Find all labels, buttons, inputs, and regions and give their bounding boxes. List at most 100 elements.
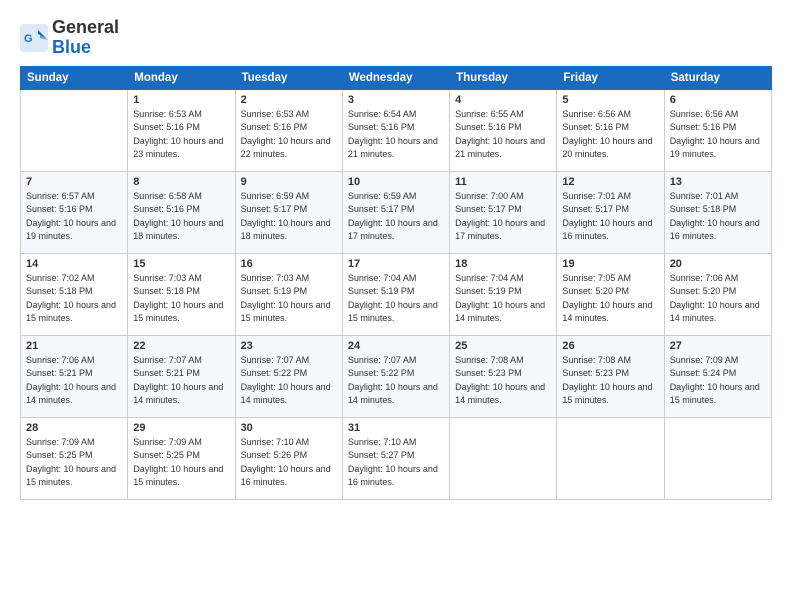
day-info: Sunrise: 6:59 AMSunset: 5:17 PMDaylight:… [348,190,444,244]
calendar-table: SundayMondayTuesdayWednesdayThursdayFrid… [20,66,772,500]
weekday-header-tuesday: Tuesday [235,66,342,89]
day-info: Sunrise: 7:06 AMSunset: 5:21 PMDaylight:… [26,354,122,408]
day-number: 9 [241,176,337,188]
day-info: Sunrise: 7:05 AMSunset: 5:20 PMDaylight:… [562,272,658,326]
calendar-week-row: 7 Sunrise: 6:57 AMSunset: 5:16 PMDaylight… [21,171,772,253]
calendar-page: G GeneralBlue SundayMondayTuesdayWednesd… [0,0,792,612]
day-number: 3 [348,94,444,106]
weekday-header-thursday: Thursday [450,66,557,89]
day-info: Sunrise: 6:53 AMSunset: 5:16 PMDaylight:… [133,108,229,162]
weekday-header-row: SundayMondayTuesdayWednesdayThursdayFrid… [21,66,772,89]
day-info: Sunrise: 6:56 AMSunset: 5:16 PMDaylight:… [562,108,658,162]
day-info: Sunrise: 7:10 AMSunset: 5:26 PMDaylight:… [241,436,337,490]
calendar-cell: 22 Sunrise: 7:07 AMSunset: 5:21 PMDayligh… [128,335,235,417]
day-number: 27 [670,340,766,352]
day-info: Sunrise: 7:03 AMSunset: 5:18 PMDaylight:… [133,272,229,326]
day-info: Sunrise: 7:01 AMSunset: 5:18 PMDaylight:… [670,190,766,244]
calendar-cell: 20 Sunrise: 7:06 AMSunset: 5:20 PMDayligh… [664,253,771,335]
calendar-cell: 11Sunrise: 7:00 AMSunset: 5:17 PMDayligh… [450,171,557,253]
day-number: 26 [562,340,658,352]
logo-text: GeneralBlue [52,18,119,58]
calendar-week-row: 28 Sunrise: 7:09 AMSunset: 5:25 PMDayligh… [21,417,772,499]
day-number: 4 [455,94,551,106]
day-info: Sunrise: 6:55 AMSunset: 5:16 PMDaylight:… [455,108,551,162]
day-number: 17 [348,258,444,270]
day-info: Sunrise: 7:07 AMSunset: 5:22 PMDaylight:… [348,354,444,408]
day-number: 18 [455,258,551,270]
calendar-cell: 15 Sunrise: 7:03 AMSunset: 5:18 PMDayligh… [128,253,235,335]
day-number: 6 [670,94,766,106]
day-number: 16 [241,258,337,270]
day-info: Sunrise: 7:01 AMSunset: 5:17 PMDaylight:… [562,190,658,244]
weekday-header-wednesday: Wednesday [342,66,449,89]
calendar-cell: 7 Sunrise: 6:57 AMSunset: 5:16 PMDaylight… [21,171,128,253]
logo: G GeneralBlue [20,18,119,58]
calendar-body: 1 Sunrise: 6:53 AMSunset: 5:16 PMDaylight… [21,89,772,499]
calendar-cell: 25 Sunrise: 7:08 AMSunset: 5:23 PMDayligh… [450,335,557,417]
calendar-cell: 6 Sunrise: 6:56 AMSunset: 5:16 PMDaylight… [664,89,771,171]
calendar-header: SundayMondayTuesdayWednesdayThursdayFrid… [21,66,772,89]
calendar-cell: 21 Sunrise: 7:06 AMSunset: 5:21 PMDayligh… [21,335,128,417]
calendar-cell: 10 Sunrise: 6:59 AMSunset: 5:17 PMDayligh… [342,171,449,253]
day-info: Sunrise: 6:59 AMSunset: 5:17 PMDaylight:… [241,190,337,244]
calendar-cell: 30 Sunrise: 7:10 AMSunset: 5:26 PMDayligh… [235,417,342,499]
day-number: 25 [455,340,551,352]
day-info: Sunrise: 7:09 AMSunset: 5:25 PMDaylight:… [133,436,229,490]
day-info: Sunrise: 7:07 AMSunset: 5:21 PMDaylight:… [133,354,229,408]
day-number: 5 [562,94,658,106]
day-info: Sunrise: 7:09 AMSunset: 5:25 PMDaylight:… [26,436,122,490]
weekday-header-friday: Friday [557,66,664,89]
day-number: 2 [241,94,337,106]
calendar-cell: 29 Sunrise: 7:09 AMSunset: 5:25 PMDayligh… [128,417,235,499]
calendar-cell: 31Sunrise: 7:10 AMSunset: 5:27 PMDayligh… [342,417,449,499]
day-number: 10 [348,176,444,188]
calendar-cell [21,89,128,171]
day-number: 24 [348,340,444,352]
calendar-cell: 5 Sunrise: 6:56 AMSunset: 5:16 PMDaylight… [557,89,664,171]
calendar-cell: 3Sunrise: 6:54 AMSunset: 5:16 PMDaylight… [342,89,449,171]
day-info: Sunrise: 7:08 AMSunset: 5:23 PMDaylight:… [455,354,551,408]
day-number: 28 [26,422,122,434]
day-number: 13 [670,176,766,188]
day-info: Sunrise: 7:03 AMSunset: 5:19 PMDaylight:… [241,272,337,326]
day-info: Sunrise: 7:09 AMSunset: 5:24 PMDaylight:… [670,354,766,408]
page-header: G GeneralBlue [20,18,772,58]
calendar-cell: 1 Sunrise: 6:53 AMSunset: 5:16 PMDaylight… [128,89,235,171]
calendar-cell: 18 Sunrise: 7:04 AMSunset: 5:19 PMDayligh… [450,253,557,335]
calendar-cell: 4 Sunrise: 6:55 AMSunset: 5:16 PMDaylight… [450,89,557,171]
logo-icon: G [20,24,48,52]
calendar-week-row: 21 Sunrise: 7:06 AMSunset: 5:21 PMDayligh… [21,335,772,417]
calendar-cell: 13 Sunrise: 7:01 AMSunset: 5:18 PMDayligh… [664,171,771,253]
day-info: Sunrise: 7:06 AMSunset: 5:20 PMDaylight:… [670,272,766,326]
day-info: Sunrise: 7:04 AMSunset: 5:19 PMDaylight:… [348,272,444,326]
day-info: Sunrise: 7:07 AMSunset: 5:22 PMDaylight:… [241,354,337,408]
calendar-cell: 17 Sunrise: 7:04 AMSunset: 5:19 PMDayligh… [342,253,449,335]
calendar-week-row: 1 Sunrise: 6:53 AMSunset: 5:16 PMDaylight… [21,89,772,171]
calendar-cell: 26 Sunrise: 7:08 AMSunset: 5:23 PMDayligh… [557,335,664,417]
calendar-cell: 12Sunrise: 7:01 AMSunset: 5:17 PMDayligh… [557,171,664,253]
day-number: 15 [133,258,229,270]
calendar-cell: 2Sunrise: 6:53 AMSunset: 5:16 PMDaylight… [235,89,342,171]
calendar-cell: 23 Sunrise: 7:07 AMSunset: 5:22 PMDayligh… [235,335,342,417]
calendar-cell: 19Sunrise: 7:05 AMSunset: 5:20 PMDayligh… [557,253,664,335]
day-info: Sunrise: 6:57 AMSunset: 5:16 PMDaylight:… [26,190,122,244]
day-number: 11 [455,176,551,188]
day-number: 1 [133,94,229,106]
day-info: Sunrise: 7:08 AMSunset: 5:23 PMDaylight:… [562,354,658,408]
day-number: 29 [133,422,229,434]
day-number: 30 [241,422,337,434]
day-info: Sunrise: 7:02 AMSunset: 5:18 PMDaylight:… [26,272,122,326]
weekday-header-saturday: Saturday [664,66,771,89]
calendar-cell: 8Sunrise: 6:58 AMSunset: 5:16 PMDaylight… [128,171,235,253]
day-number: 20 [670,258,766,270]
day-info: Sunrise: 6:58 AMSunset: 5:16 PMDaylight:… [133,190,229,244]
day-number: 23 [241,340,337,352]
calendar-cell [664,417,771,499]
day-info: Sunrise: 6:56 AMSunset: 5:16 PMDaylight:… [670,108,766,162]
calendar-cell: 27 Sunrise: 7:09 AMSunset: 5:24 PMDayligh… [664,335,771,417]
day-number: 7 [26,176,122,188]
day-info: Sunrise: 7:04 AMSunset: 5:19 PMDaylight:… [455,272,551,326]
day-number: 22 [133,340,229,352]
day-number: 21 [26,340,122,352]
calendar-cell: 28 Sunrise: 7:09 AMSunset: 5:25 PMDayligh… [21,417,128,499]
